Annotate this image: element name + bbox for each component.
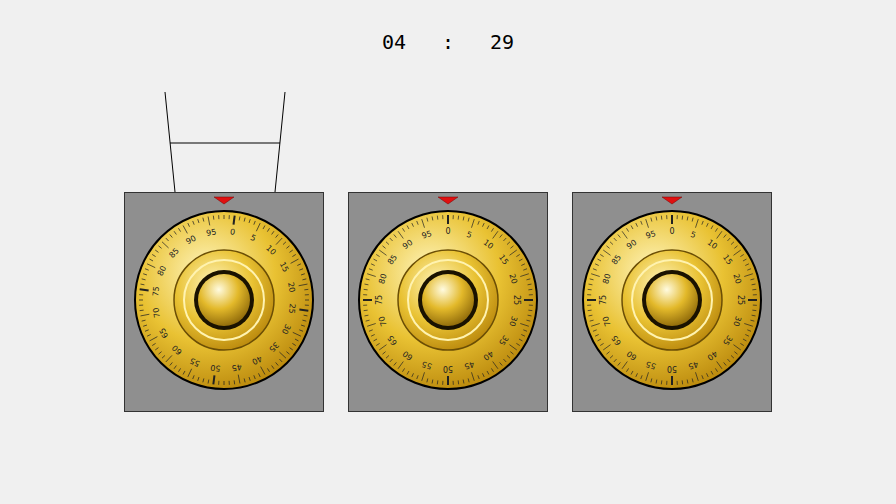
dial-label: 0 <box>229 227 235 237</box>
dial-label: 85 <box>610 253 623 267</box>
knob-ring <box>418 270 478 330</box>
dial-label: 55 <box>188 356 201 368</box>
dial-label: 5 <box>249 233 257 243</box>
timer: 04 : 29 <box>382 30 514 54</box>
timer-seconds: 29 <box>490 27 514 57</box>
dial-label: 45 <box>231 362 243 373</box>
dial-label: 80 <box>156 264 168 277</box>
dial-label: 0 <box>669 227 674 236</box>
dial-label: 85 <box>167 246 181 260</box>
dial-knob[interactable] <box>646 274 698 326</box>
pointer-icon <box>662 197 682 204</box>
dial-label: 15 <box>721 253 734 267</box>
combination-dial[interactable]: 05101520253035404550556065707580859095 <box>349 193 547 411</box>
dial-label: 75 <box>375 295 384 305</box>
dial-label: 20 <box>507 273 519 285</box>
dial-label: 25 <box>736 295 745 305</box>
dial-label: 85 <box>386 253 399 267</box>
dial-label: 10 <box>481 238 495 251</box>
pointer-icon <box>438 197 458 204</box>
dial-label: 35 <box>497 333 510 347</box>
selector-bracket <box>572 92 772 192</box>
dial-label: 75 <box>599 295 608 305</box>
dial-label: 70 <box>377 315 389 327</box>
dial-label: 90 <box>401 238 415 251</box>
timer-minutes: 04 <box>382 27 406 57</box>
dial-label: 30 <box>731 315 743 327</box>
dial-label: 50 <box>210 363 221 373</box>
dial-label: 35 <box>721 333 734 347</box>
dial-row: 0510152025303540455055606570758085909505… <box>124 92 772 412</box>
dial-label: 40 <box>481 349 495 362</box>
dial-label: 15 <box>278 260 291 273</box>
dial-label: 60 <box>401 349 415 362</box>
dial-panel[interactable]: 05101520253035404550556065707580859095 <box>348 192 548 412</box>
dial-label: 55 <box>645 359 657 371</box>
dial-knob[interactable] <box>422 274 474 326</box>
knob-ring <box>194 270 254 330</box>
dial-label: 80 <box>601 273 613 285</box>
dial-label: 10 <box>705 238 719 251</box>
dial-label: 70 <box>601 315 613 327</box>
dial-panel[interactable]: 05101520253035404550556065707580859095 <box>572 192 772 412</box>
dial-column: 05101520253035404550556065707580859095 <box>572 92 772 412</box>
selector-bracket <box>124 92 324 192</box>
dial-label: 25 <box>512 295 521 305</box>
dial-label: 95 <box>421 229 433 241</box>
dial-label: 90 <box>625 238 639 251</box>
dial-column: 05101520253035404550556065707580859095 <box>348 92 548 412</box>
dial-label: 75 <box>151 286 161 297</box>
dial-label: 95 <box>205 227 217 238</box>
timer-separator: : <box>442 27 454 57</box>
dial-knob[interactable] <box>198 274 250 326</box>
dial-label: 10 <box>264 243 278 257</box>
dial-face[interactable]: 05101520253035404550556065707580859095 <box>363 215 533 385</box>
dial-label: 45 <box>463 359 475 371</box>
selector-bracket <box>348 92 548 192</box>
dial-face[interactable]: 05101520253035404550556065707580859095 <box>587 215 757 385</box>
dial-label: 5 <box>689 230 697 240</box>
combination-dial[interactable]: 05101520253035404550556065707580859095 <box>573 193 771 411</box>
dial-label: 80 <box>377 273 389 285</box>
dial-label: 30 <box>280 323 292 336</box>
dial-label: 65 <box>610 333 623 347</box>
dial-panel[interactable]: 05101520253035404550556065707580859095 <box>124 192 324 412</box>
dial-label: 20 <box>286 281 297 293</box>
dial-label: 60 <box>170 343 184 357</box>
dial-label: 70 <box>151 307 162 319</box>
dial-label: 60 <box>625 349 639 362</box>
dial-label: 90 <box>184 234 197 247</box>
dial-label: 50 <box>667 364 677 373</box>
dial-label: 40 <box>250 354 263 367</box>
dial-label: 15 <box>497 253 510 267</box>
dial-label: 50 <box>443 364 453 373</box>
dial-label: 25 <box>287 303 297 314</box>
dial-label: 0 <box>445 227 450 236</box>
combination-dial[interactable]: 05101520253035404550556065707580859095 <box>125 193 323 411</box>
dial-column: 05101520253035404550556065707580859095 <box>124 92 324 412</box>
dial-label: 40 <box>705 349 719 362</box>
dial-label: 20 <box>731 273 743 285</box>
dial-label: 45 <box>687 359 699 371</box>
dial-label: 65 <box>158 326 171 339</box>
pointer-icon <box>214 197 234 204</box>
dial-face[interactable]: 05101520253035404550556065707580859095 <box>129 205 319 395</box>
dial-label: 35 <box>267 340 281 354</box>
knob-ring <box>642 270 702 330</box>
dial-label: 30 <box>507 315 519 327</box>
dial-label: 55 <box>421 359 433 371</box>
dial-label: 65 <box>386 333 399 347</box>
dial-label: 5 <box>465 230 473 240</box>
dial-label: 95 <box>645 229 657 241</box>
